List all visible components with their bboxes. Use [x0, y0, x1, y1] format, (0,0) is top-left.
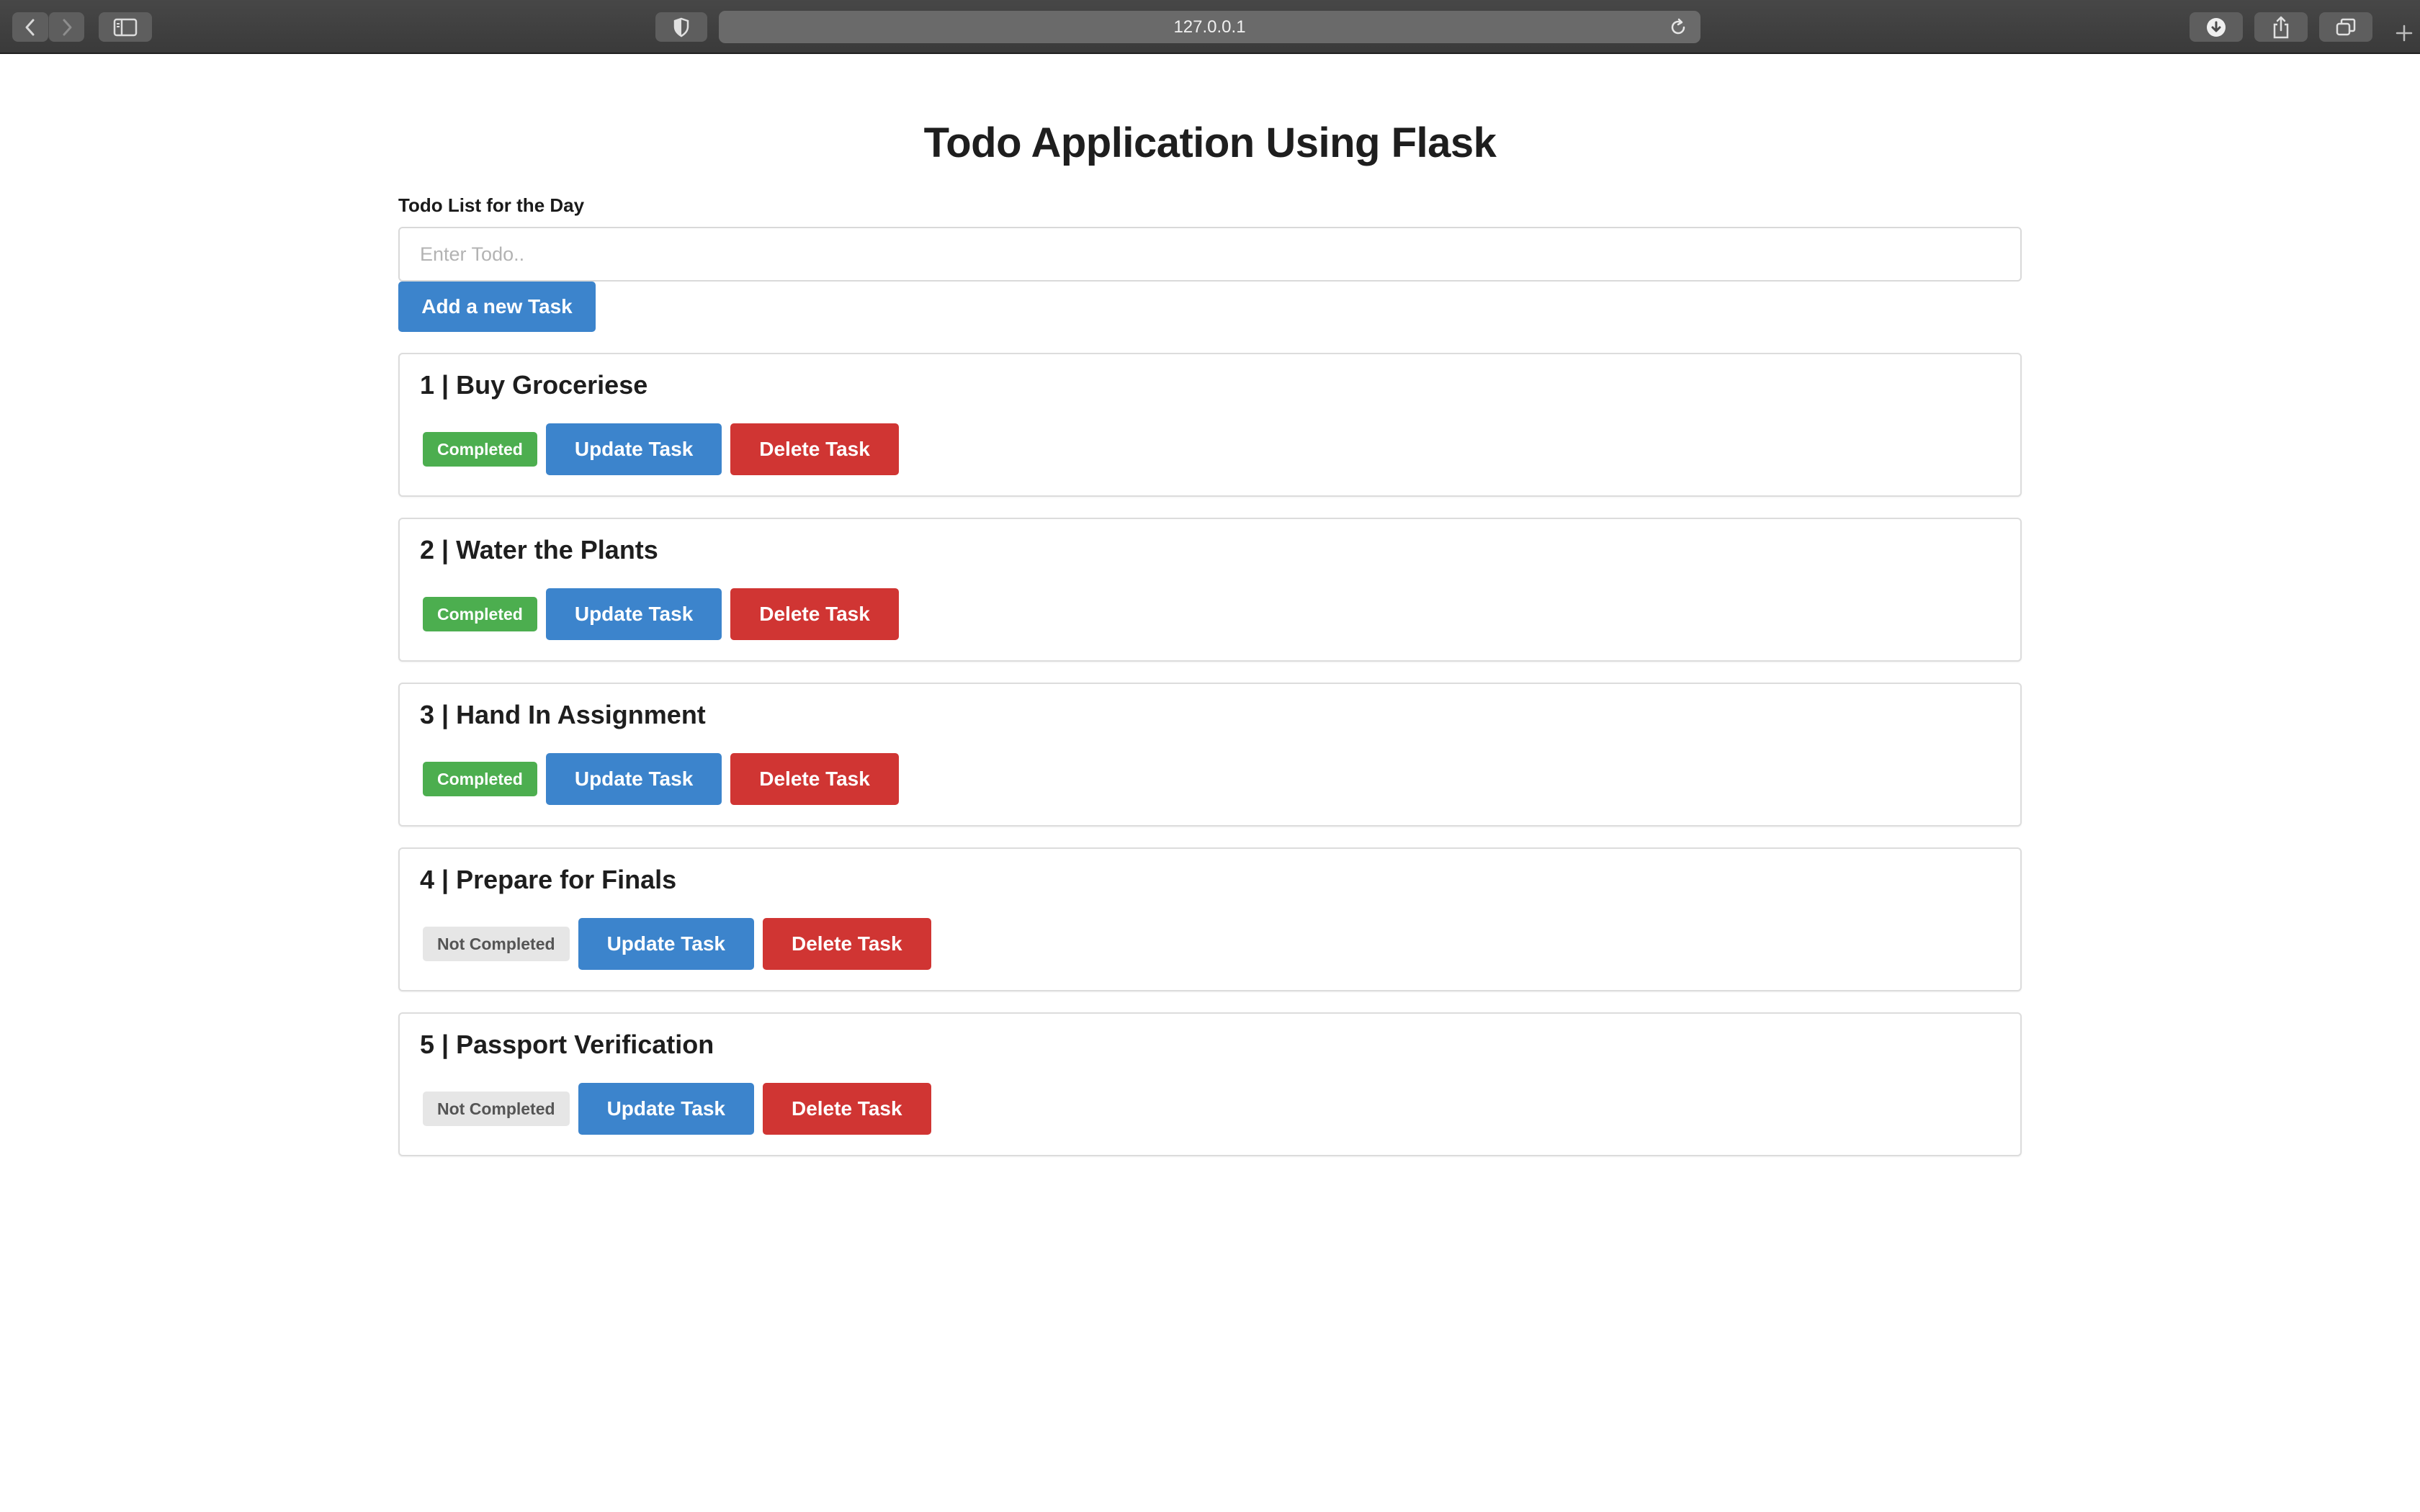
download-icon — [2207, 17, 2226, 37]
task-actions: Not Completed Update Task Delete Task — [423, 1083, 931, 1135]
status-badge: Not Completed — [423, 1092, 570, 1126]
forward-button[interactable] — [48, 12, 84, 42]
update-task-button[interactable]: Update Task — [545, 588, 722, 640]
page-title: Todo Application Using Flask — [923, 120, 1497, 166]
task-card: 4 | Prepare for Finals Not Completed Upd… — [398, 847, 2022, 991]
share-icon — [2273, 16, 2289, 38]
chevron-left-icon — [25, 19, 35, 35]
status-badge: Not Completed — [423, 927, 570, 961]
task-title: 2 | Water the Plants — [420, 535, 658, 564]
downloads-button[interactable] — [2190, 12, 2243, 42]
update-task-button[interactable]: Update Task — [545, 753, 722, 805]
url-text: 127.0.0.1 — [1173, 17, 1246, 37]
update-task-button[interactable]: Update Task — [578, 1083, 754, 1135]
new-tab-button[interactable] — [2388, 12, 2420, 54]
delete-task-button[interactable]: Delete Task — [762, 1083, 931, 1135]
task-title: 5 | Passport Verification — [420, 1030, 714, 1059]
task-actions: Completed Update Task Delete Task — [423, 423, 899, 475]
add-task-button[interactable]: Add a new Task — [398, 282, 596, 332]
delete-task-button[interactable]: Delete Task — [762, 918, 931, 970]
task-title: 3 | Hand In Assignment — [420, 700, 706, 729]
status-badge: Completed — [423, 762, 537, 796]
todo-field-label: Todo List for the Day — [398, 194, 585, 216]
delete-task-button[interactable]: Delete Task — [730, 423, 899, 475]
task-actions: Completed Update Task Delete Task — [423, 588, 899, 640]
task-title: 4 | Prepare for Finals — [420, 865, 677, 894]
shield-icon — [673, 17, 689, 37]
status-badge: Completed — [423, 432, 537, 467]
task-card: 2 | Water the Plants Completed Update Ta… — [398, 518, 2022, 662]
share-button[interactable] — [2254, 12, 2308, 42]
task-actions: Completed Update Task Delete Task — [423, 753, 899, 805]
plus-icon — [2396, 24, 2413, 42]
tab-overview-button[interactable] — [2319, 12, 2372, 42]
back-button[interactable] — [12, 12, 48, 42]
task-title: 1 | Buy Groceriese — [420, 370, 648, 400]
tabs-icon — [2336, 18, 2356, 35]
sidebar-icon — [113, 18, 138, 36]
browser-toolbar: 127.0.0.1 — [0, 0, 2420, 54]
privacy-shield-button[interactable] — [655, 12, 707, 42]
task-card: 1 | Buy Groceriese Completed Update Task… — [398, 353, 2022, 497]
reload-icon[interactable] — [1669, 18, 1688, 37]
delete-task-button[interactable]: Delete Task — [730, 753, 899, 805]
sidebar-toggle-button[interactable] — [99, 12, 152, 42]
update-task-button[interactable]: Update Task — [545, 423, 722, 475]
todo-input[interactable] — [398, 227, 2022, 282]
chevron-right-icon — [63, 19, 71, 35]
task-card: 3 | Hand In Assignment Completed Update … — [398, 683, 2022, 827]
update-task-button[interactable]: Update Task — [578, 918, 754, 970]
status-badge: Completed — [423, 597, 537, 631]
address-bar[interactable]: 127.0.0.1 — [719, 11, 1700, 43]
task-actions: Not Completed Update Task Delete Task — [423, 918, 931, 970]
task-card: 5 | Passport Verification Not Completed … — [398, 1012, 2022, 1156]
delete-task-button[interactable]: Delete Task — [730, 588, 899, 640]
